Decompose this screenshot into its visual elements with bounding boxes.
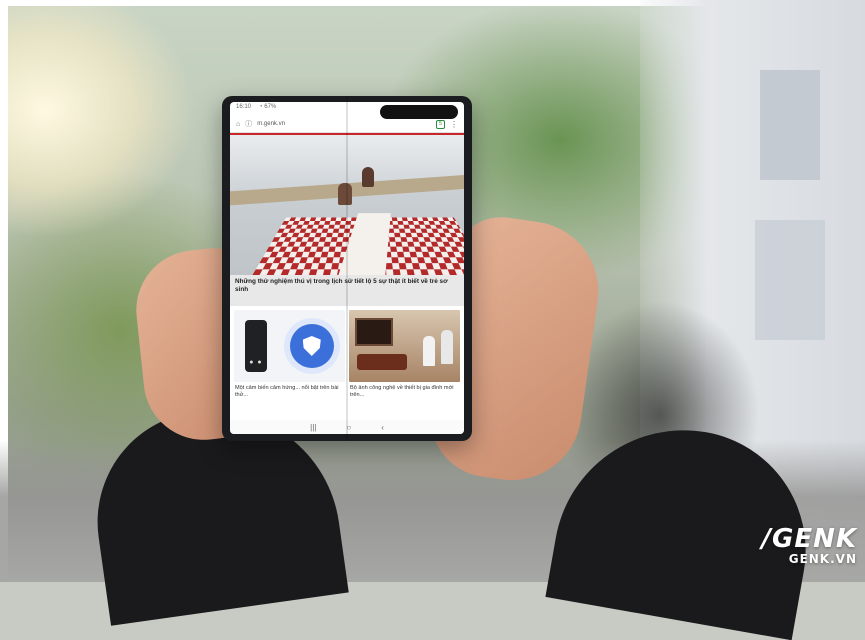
security-badge (289, 324, 334, 368)
thumb-sofa (357, 354, 407, 370)
fold-hinge (346, 96, 348, 441)
genk-watermark: /GENK GENK.VN (761, 524, 857, 566)
card-caption[interactable]: Bộ ảnh công nghệ về thiết bị gia đình mớ… (349, 382, 460, 409)
genk-logo-mark: /GENK (761, 524, 857, 554)
genk-logo-url: GENK.VN (788, 552, 857, 566)
card-caption[interactable]: Một cảm biến cảm hứng... nổi bật trên bà… (234, 382, 345, 409)
recent-apps-icon[interactable]: ||| (310, 423, 316, 432)
card-thumbnail[interactable]: ● ● (234, 310, 345, 382)
article-card[interactable]: ● ● Một cảm biến cảm hứng... nổi bật trê… (234, 310, 345, 409)
camera-notch (380, 105, 458, 119)
status-time: 16:10 (236, 104, 252, 110)
building-window (760, 70, 820, 180)
earbuds-icon: ● ● (249, 359, 263, 366)
thumb-person (441, 330, 453, 364)
thumb-tv (355, 318, 393, 346)
hero-person (362, 167, 374, 187)
foldable-phone: 16:10 ◔ 67% ⌂ ⓘ m.genk.vn 5 ⋮ Những thử … (222, 96, 472, 441)
url-text[interactable]: m.genk.vn (257, 121, 431, 127)
card-thumbnail[interactable] (349, 310, 460, 382)
tabs-count-icon[interactable]: 5 (436, 119, 445, 129)
back-icon[interactable]: ‹ (381, 423, 384, 432)
thumb-person (423, 336, 435, 366)
hero-person (338, 183, 352, 205)
status-right: ◔ 67% (259, 104, 277, 110)
home-icon[interactable]: ⌂ (236, 121, 240, 128)
phone-product-image: ● ● (245, 320, 268, 372)
shield-icon (302, 336, 321, 356)
info-icon[interactable]: ⓘ (245, 119, 252, 129)
building-window (755, 220, 825, 340)
menu-icon[interactable]: ⋮ (450, 120, 458, 129)
article-card[interactable]: Bộ ảnh công nghệ về thiết bị gia đình mớ… (349, 310, 460, 409)
